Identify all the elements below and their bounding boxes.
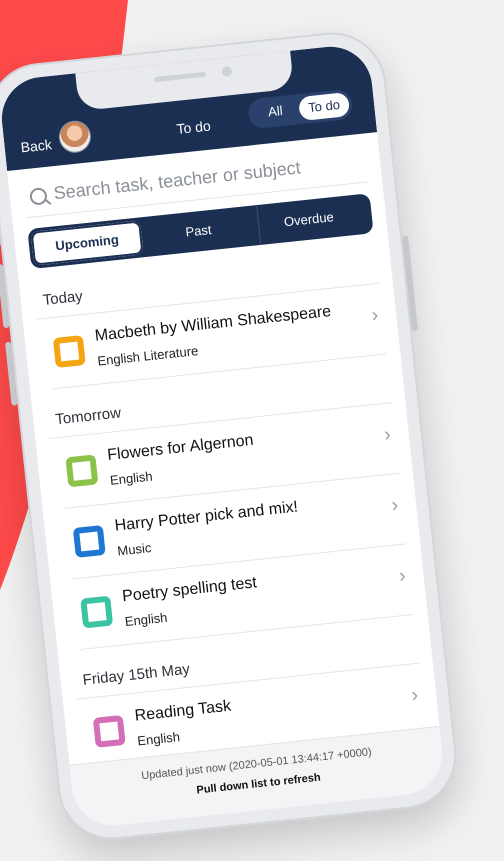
front-camera xyxy=(221,65,233,77)
subject-color-icon xyxy=(92,714,126,748)
avatar[interactable] xyxy=(58,120,92,154)
subject-color-icon xyxy=(65,454,99,488)
subject-color-icon xyxy=(72,524,106,558)
tab-past[interactable]: Past xyxy=(147,206,251,256)
page-title: To do xyxy=(175,117,212,138)
task-subject: English xyxy=(109,468,154,488)
task-subject: English xyxy=(124,609,169,630)
view-toggle: All To do xyxy=(246,88,354,130)
search-input[interactable]: Search task, teacher or subject xyxy=(53,157,302,204)
chevron-right-icon: › xyxy=(370,304,380,327)
subject-color-icon xyxy=(80,595,114,629)
toggle-all[interactable]: All xyxy=(251,94,300,129)
task-subject: English Literature xyxy=(96,343,199,369)
subject-color-icon xyxy=(52,335,86,368)
task-list: Today Macbeth by William Shakespeare Eng… xyxy=(19,247,440,771)
task-title: Reading Task xyxy=(133,697,232,725)
chevron-right-icon: › xyxy=(410,683,420,707)
task-subject: Music xyxy=(116,540,153,559)
chevron-right-icon: › xyxy=(390,494,400,517)
toggle-to-do[interactable]: To do xyxy=(298,91,351,122)
task-title: Harry Potter pick and mix! xyxy=(113,498,299,535)
task-title: Poetry spelling test xyxy=(121,574,258,606)
task-subject: English xyxy=(136,729,181,749)
chevron-right-icon: › xyxy=(382,423,392,446)
task-title: Flowers for Algernon xyxy=(106,431,255,465)
task-title: Macbeth by William Shakespeare xyxy=(93,302,332,345)
back-button[interactable]: Back xyxy=(20,136,53,155)
phone-frame: Back To do All To do Search task, teache… xyxy=(0,27,462,845)
tab-overdue[interactable]: Overdue xyxy=(256,194,361,245)
phone-mockup: Back To do All To do Search task, teache… xyxy=(0,27,462,845)
speaker-grille xyxy=(154,71,207,83)
app-screen: Back To do All To do Search task, teache… xyxy=(0,42,447,830)
chevron-right-icon: › xyxy=(397,564,407,588)
tab-upcoming[interactable]: Upcoming xyxy=(30,220,144,266)
search-icon xyxy=(29,187,48,206)
